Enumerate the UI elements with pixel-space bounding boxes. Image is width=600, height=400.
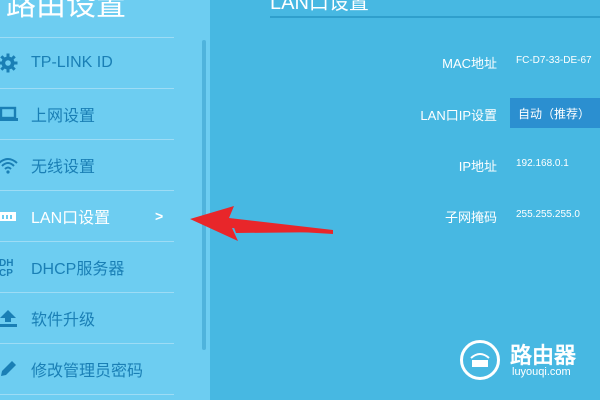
- svg-text:CP: CP: [0, 268, 13, 278]
- dhcp-icon: DH CP: [0, 255, 20, 279]
- sidebar-item-label: TP-LINK ID: [31, 54, 113, 71]
- sidebar-item-label: DHCP服务器: [31, 261, 125, 278]
- ip-value: 192.168.0.1: [516, 158, 569, 169]
- router-icon: [0, 204, 20, 228]
- sidebar-item-upgrade[interactable]: 软件升级: [0, 293, 174, 344]
- sidebar-item-lan[interactable]: LAN口设置 >: [0, 191, 174, 242]
- lan-ip-label: LAN口IP设置: [420, 108, 497, 123]
- ip-label: IP地址: [458, 159, 497, 174]
- sidebar-item-label: 软件升级: [31, 312, 96, 329]
- sidebar-item-internet[interactable]: 上网设置: [0, 89, 174, 140]
- subnet-mask-value: 255.255.255.0: [516, 209, 580, 220]
- sidebar-item-label: 上网设置: [31, 108, 96, 125]
- upload-icon: [0, 306, 20, 330]
- sidebar-item-tplink-id[interactable]: TP-LINK ID: [0, 38, 174, 89]
- sidebar-item-label: 修改管理员密码: [31, 363, 144, 380]
- sidebar-item-label: 无线设置: [31, 159, 96, 176]
- watermark-url: luyouqi.com: [512, 366, 571, 378]
- subnet-mask-label: 子网掩码: [444, 210, 497, 225]
- sidebar-item-password[interactable]: 修改管理员密码: [0, 344, 174, 395]
- mac-value: FC-D7-33-DE-67: [516, 55, 592, 66]
- sidebar-item-label: LAN口设置: [31, 210, 111, 227]
- gear-icon: [0, 51, 20, 75]
- sidebar-menu: TP-LINK ID 上网设置 无线设置 LAN口设置 > DH CP DHCP…: [0, 38, 174, 395]
- sidebar-item-dhcp[interactable]: DH CP DHCP服务器: [0, 242, 174, 293]
- lan-ip-select[interactable]: 自动（推荐）: [510, 98, 600, 128]
- wifi-icon: [0, 153, 20, 177]
- laptop-icon: [0, 102, 20, 126]
- sidebar-title: 路由设置: [6, 0, 126, 22]
- sidebar-scrollbar[interactable]: [202, 40, 206, 350]
- chevron-right-icon: >: [155, 208, 164, 224]
- sidebar: 路由设置 TP-LINK ID 上网设置 无线设置 LAN口设置 > DH CP…: [0, 0, 210, 400]
- pencil-icon: [0, 357, 20, 381]
- title-divider: [270, 16, 600, 18]
- router-logo-icon: [460, 340, 500, 380]
- watermark: 路由器 luyouqi.com: [456, 336, 596, 386]
- sidebar-item-wireless[interactable]: 无线设置: [0, 140, 174, 191]
- page-title: LAN口设置: [270, 0, 369, 14]
- mac-label: MAC地址: [442, 56, 497, 71]
